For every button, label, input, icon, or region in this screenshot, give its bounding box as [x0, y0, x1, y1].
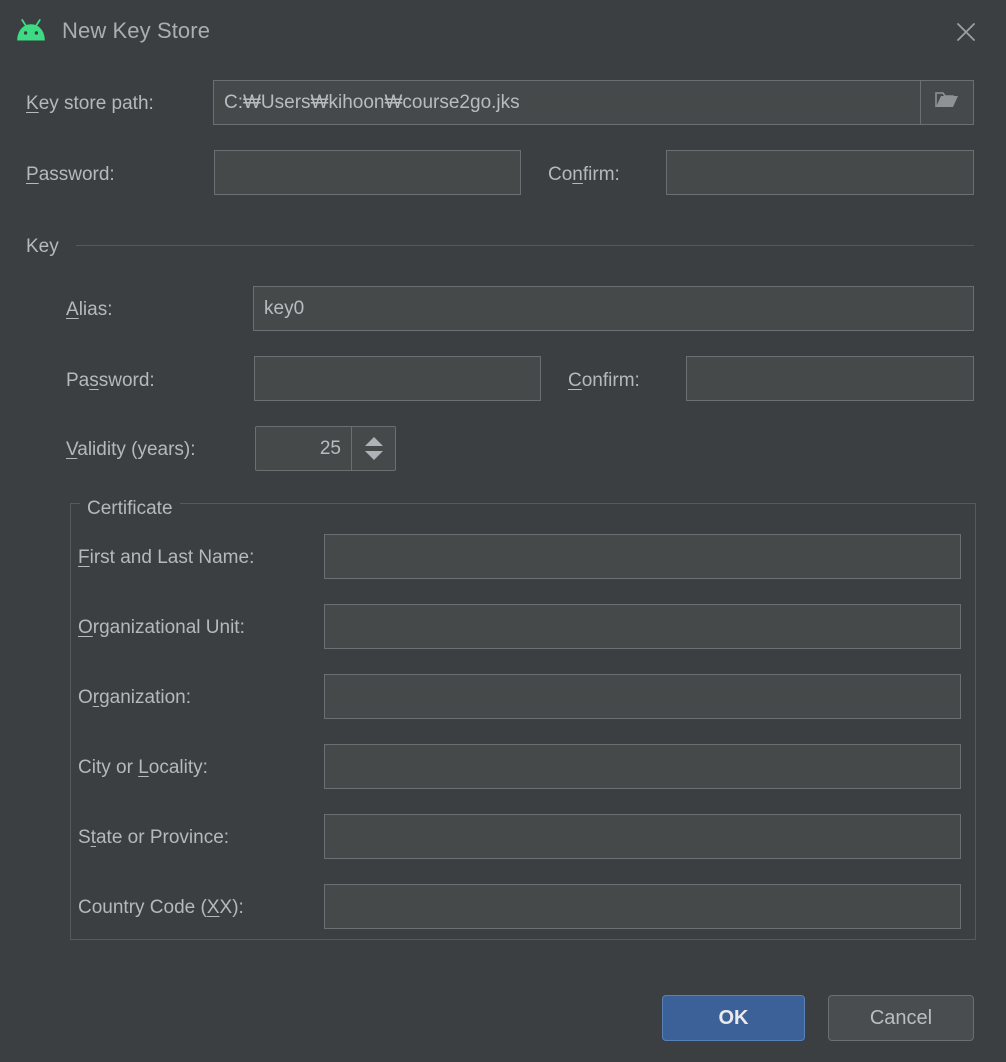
- key-section-separator: [76, 245, 974, 246]
- validity-stepper[interactable]: 25: [255, 426, 396, 471]
- certificate-field-label-city-or-locality: City or Locality:: [78, 758, 208, 777]
- label-mnemonic: n: [572, 164, 583, 185]
- label-rest: assword:: [38, 164, 115, 185]
- key-confirm-label: Confirm:: [568, 371, 640, 390]
- label-mnemonic: K: [26, 93, 39, 114]
- label-pre: S: [78, 827, 91, 848]
- label-mnemonic: L: [138, 757, 149, 778]
- new-key-store-dialog: New Key Store Key store path: C:₩Users₩k…: [0, 0, 1006, 1062]
- android-robot-icon: [14, 17, 48, 45]
- browse-keystore-path-button[interactable]: [920, 81, 973, 124]
- label-mnemonic: C: [568, 370, 582, 391]
- label-pre: Country Code (: [78, 897, 207, 918]
- label-pre: Co: [548, 164, 573, 185]
- folder-icon: [934, 90, 960, 115]
- label-mnemonic: X: [206, 897, 220, 918]
- key-password-label: Password:: [66, 371, 155, 390]
- chevron-up-icon[interactable]: [364, 437, 383, 446]
- keystore-password-input[interactable]: [214, 150, 521, 195]
- certificate-group-title: Certificate: [80, 498, 180, 520]
- label-rest: ate or Province:: [95, 827, 230, 848]
- label-rest: ocality:: [148, 757, 208, 778]
- key-confirm-input[interactable]: [686, 356, 974, 401]
- certificate-input-first-and-last-name[interactable]: [324, 534, 961, 579]
- label-mnemonic: F: [78, 547, 90, 568]
- keystore-path-label: Key store path:: [26, 94, 154, 113]
- certificate-input-city-or-locality[interactable]: [324, 744, 961, 789]
- certificate-input-organizational-unit[interactable]: [324, 604, 961, 649]
- label-rest: firm:: [582, 164, 620, 185]
- keystore-path-value: C:₩Users₩kihoon₩course2go.jks: [224, 91, 520, 113]
- label-rest: alidity (years):: [77, 439, 196, 460]
- label-rest: rganizational Unit:: [92, 617, 245, 638]
- label-rest: X):: [219, 897, 244, 918]
- label-rest: ey store path:: [38, 93, 154, 114]
- label-pre: O: [78, 687, 93, 708]
- validity-label: Validity (years):: [66, 440, 196, 459]
- label-mnemonic: s: [89, 370, 99, 391]
- certificate-field-label-country-code: Country Code (XX):: [78, 898, 244, 917]
- key-alias-label: Alias:: [66, 300, 112, 319]
- label-rest: onfirm:: [581, 370, 640, 391]
- label-mnemonic: V: [66, 439, 78, 460]
- certificate-input-organization[interactable]: [324, 674, 961, 719]
- key-password-input[interactable]: [254, 356, 541, 401]
- certificate-field-label-first-and-last-name: First and Last Name:: [78, 548, 254, 567]
- label-pre: City or: [78, 757, 139, 778]
- cancel-button-label: Cancel: [869, 1006, 933, 1029]
- chevron-down-icon[interactable]: [364, 451, 383, 460]
- key-alias-value: key0: [264, 297, 305, 319]
- close-icon[interactable]: [948, 14, 984, 50]
- ok-button[interactable]: OK: [662, 995, 805, 1041]
- certificate-field-label-organizational-unit: Organizational Unit:: [78, 618, 245, 637]
- certificate-input-state-or-province[interactable]: [324, 814, 961, 859]
- label-rest: ganization:: [99, 687, 192, 708]
- label-mnemonic: O: [78, 617, 93, 638]
- validity-spinner-buttons[interactable]: [351, 427, 395, 470]
- validity-value[interactable]: 25: [256, 427, 351, 470]
- label-pre: Pa: [66, 370, 90, 391]
- label-rest: lias:: [78, 299, 113, 320]
- keystore-path-input[interactable]: C:₩Users₩kihoon₩course2go.jks: [213, 80, 974, 125]
- label-mnemonic: P: [26, 164, 39, 185]
- dialog-titlebar: New Key Store: [0, 0, 1006, 64]
- keystore-confirm-input[interactable]: [666, 150, 974, 195]
- key-alias-input[interactable]: key0: [253, 286, 974, 331]
- key-section-title: Key: [26, 236, 59, 257]
- label-rest: irst and Last Name:: [89, 547, 255, 568]
- page-title: New Key Store: [62, 18, 211, 43]
- certificate-field-label-state-or-province: State or Province:: [78, 828, 229, 847]
- keystore-password-label: Password:: [26, 165, 115, 184]
- certificate-input-country-code[interactable]: [324, 884, 961, 929]
- ok-button-label: OK: [718, 1006, 749, 1029]
- label-mnemonic: A: [66, 299, 79, 320]
- label-rest: sword:: [98, 370, 155, 391]
- keystore-confirm-label: Confirm:: [548, 165, 620, 184]
- certificate-field-label-organization: Organization:: [78, 688, 191, 707]
- cancel-button[interactable]: Cancel: [828, 995, 974, 1041]
